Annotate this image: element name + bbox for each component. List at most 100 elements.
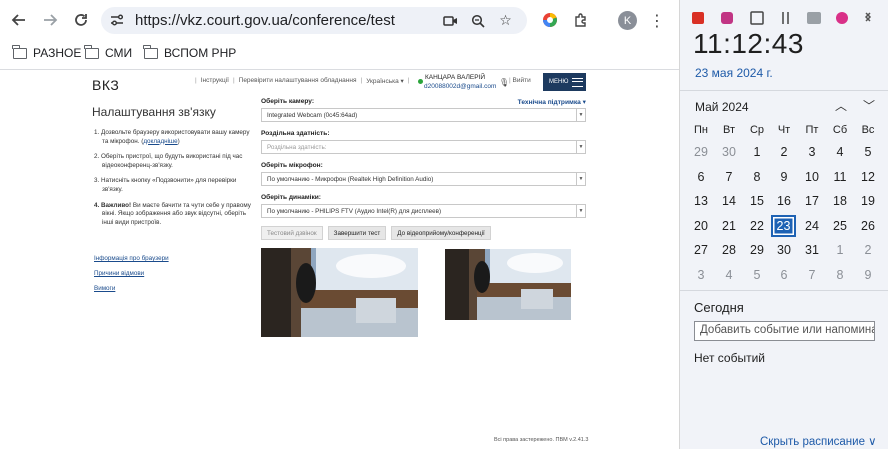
calendar-day[interactable]: 28 (715, 239, 743, 261)
nav-instructions[interactable]: Інструкції (201, 77, 229, 85)
calendar-day[interactable]: 9 (770, 166, 798, 188)
site-settings-icon[interactable] (109, 12, 125, 28)
camera-in-use-icon[interactable] (442, 12, 459, 29)
menu-button[interactable]: МЕНЮ (543, 73, 586, 91)
url-text[interactable]: https://vkz.court.gov.ua/conference/test (135, 12, 395, 29)
finish-test-button[interactable]: Завершити тест (327, 226, 387, 240)
profile-avatar[interactable]: K (618, 11, 637, 30)
calendar-day[interactable]: 24 (798, 215, 826, 237)
calendar-day[interactable]: 17 (798, 190, 826, 212)
clock-date[interactable]: 23 мая 2024 г. (695, 66, 773, 80)
calendar-day[interactable]: 4 (826, 141, 854, 163)
calendar-day[interactable]: 30 (715, 141, 743, 163)
weekday-header: Пт (805, 124, 819, 136)
footer-copyright: Всі права застережено. ПВМ v.2.41.3 (494, 437, 589, 443)
calendar-day[interactable]: 13 (687, 190, 715, 212)
add-event-input[interactable]: Добавить событие или напоминание (694, 321, 875, 341)
address-bar[interactable]: https://vkz.court.gov.ua/conference/test… (101, 7, 527, 34)
calendar-day[interactable]: 4 (715, 264, 743, 286)
calendar-day[interactable]: 7 (715, 166, 743, 188)
calendar-day[interactable]: 8 (743, 166, 771, 188)
calendar-day[interactable]: 22 (743, 215, 771, 237)
bookmark-folder-raznoe[interactable]: РАЗНОЕ (12, 44, 81, 60)
calendar-day[interactable]: 7 (798, 264, 826, 286)
browser-menu-icon[interactable]: ⋮ (649, 11, 665, 30)
calendar-day[interactable]: 30 (770, 239, 798, 261)
test-call-button[interactable]: Тестовий дзвінок (261, 226, 323, 240)
logout-link[interactable]: | Вийти (509, 77, 531, 84)
calendar-day[interactable]: 14 (715, 190, 743, 212)
microphone-icon[interactable]: 🎙 (499, 78, 509, 87)
calendar-day[interactable]: 2 (854, 239, 882, 261)
extensions-puzzle-icon[interactable] (572, 11, 590, 29)
chevron-down-icon: ▼ (576, 205, 585, 217)
calendar-day[interactable]: 8 (826, 264, 854, 286)
reload-button[interactable] (71, 10, 91, 30)
no-events-text: Нет событий (694, 351, 765, 365)
nav-check-equipment[interactable]: Перевірити налаштування обладнання (239, 77, 357, 85)
hamburger-icon (572, 77, 584, 87)
color-extension-icon[interactable] (541, 11, 559, 29)
weekday-header: Пн (694, 124, 708, 136)
calendar-day[interactable]: 6 (770, 264, 798, 286)
site-logo[interactable]: ВКЗ (92, 77, 119, 93)
camera-select[interactable]: Integrated Webcam (0c45:64ad) ▼ (261, 108, 586, 122)
prev-month-chevron-up-icon[interactable]: ︿ (834, 98, 848, 113)
side-links: Інформація про браузери Причини відмови … (94, 251, 169, 296)
instruction-step: 4. Важливо! Ви маєте бачити та чути себе… (94, 201, 251, 226)
bookmark-star-icon[interactable]: ☆ (497, 12, 514, 29)
camera-label: Оберіть камеру: (261, 98, 315, 105)
calendar-day[interactable]: 9 (854, 264, 882, 286)
calendar-day[interactable]: 25 (826, 215, 854, 237)
tech-support-dropdown[interactable]: Технічна підтримка ▾ (518, 98, 586, 106)
forward-button[interactable] (40, 10, 60, 30)
details-link[interactable]: докладніше (143, 138, 177, 145)
calendar-day[interactable]: 16 (770, 190, 798, 212)
zoom-icon[interactable] (469, 12, 486, 29)
microphone-select[interactable]: По умолчанию - Микрофон (Realtek High De… (261, 172, 586, 186)
resolution-select[interactable]: Роздільна здатність: ▼ (261, 140, 586, 154)
calendar-day[interactable]: 12 (854, 166, 882, 188)
calendar-day[interactable]: 5 (743, 264, 771, 286)
failure-reasons-link[interactable]: Причини відмови (94, 266, 169, 281)
calendar-day[interactable]: 27 (687, 239, 715, 261)
speakers-select[interactable]: По умолчанию - PHILIPS FTV (Аудио Intel(… (261, 204, 586, 218)
calendar-day[interactable]: 10 (798, 166, 826, 188)
page-title: Налаштування зв'язку (92, 105, 216, 119)
calendar-day[interactable]: 26 (854, 215, 882, 237)
browser-info-link[interactable]: Інформація про браузери (94, 251, 169, 266)
calendar-day[interactable]: 29 (687, 141, 715, 163)
instruction-step: 3. Натисніть кнопку «Подзвонити» для пер… (94, 177, 237, 193)
user-info[interactable]: КАНЦАРА ВАЛЕРІЙ d20088002d@gmail.com (424, 73, 496, 91)
calendar-day[interactable]: 18 (826, 190, 854, 212)
calendar-day[interactable]: 1 (743, 141, 771, 163)
folder-icon (12, 44, 27, 59)
calendar-day[interactable]: 11 (826, 166, 854, 188)
instruction-step: 1. Дозвольте браузеру використовувати ва… (94, 129, 250, 145)
calendar-day[interactable]: 31 (798, 239, 826, 261)
calendar-day[interactable]: 1 (826, 239, 854, 261)
calendar-day[interactable]: 2 (770, 141, 798, 163)
calendar-day[interactable]: 19 (854, 190, 882, 212)
bookmark-folder-vspom[interactable]: ВСПОМ РНР (143, 44, 236, 60)
back-button[interactable] (9, 10, 29, 30)
bookmark-folder-smi[interactable]: СМИ (84, 44, 132, 60)
requirements-link[interactable]: Вимоги (94, 281, 169, 296)
calendar-month-title[interactable]: Май 2024 (695, 100, 749, 114)
chevron-down-icon: ▼ (576, 173, 585, 185)
calendar-day[interactable]: 21 (715, 215, 743, 237)
calendar-day[interactable]: 15 (743, 190, 771, 212)
calendar-day[interactable]: 3 (798, 141, 826, 163)
go-to-reception-button[interactable]: До відеоприйому/конференції (391, 226, 491, 240)
calendar-day[interactable]: 6 (687, 166, 715, 188)
calendar-day[interactable]: 3 (687, 264, 715, 286)
calendar-day[interactable]: 20 (687, 215, 715, 237)
calendar-day-today[interactable]: 23 (771, 215, 796, 237)
hide-schedule-link[interactable]: Скрыть расписание ∨ (760, 434, 877, 448)
calendar-day[interactable]: 29 (743, 239, 771, 261)
next-month-chevron-down-icon[interactable]: ﹀ (862, 98, 876, 113)
resolution-label: Роздільна здатність: (261, 130, 330, 137)
calendar-day[interactable]: 5 (854, 141, 882, 163)
language-select[interactable]: Українська ▾ (366, 77, 404, 85)
local-video-preview (261, 248, 418, 337)
